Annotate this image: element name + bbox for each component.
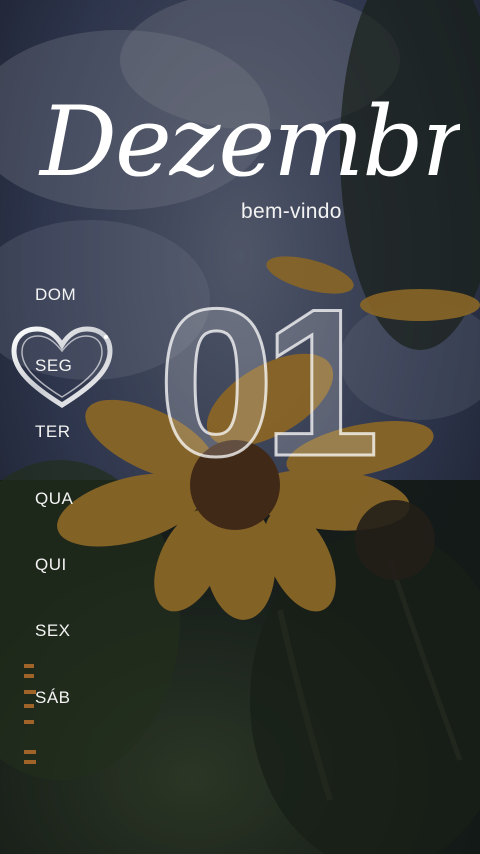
weekday-qui[interactable]: QUI: [35, 555, 115, 575]
date-number: 01: [158, 285, 378, 470]
weekday-qua[interactable]: QUA: [35, 489, 115, 509]
month-title: Dezembro: [38, 86, 460, 198]
weekday-sab[interactable]: SÁB: [35, 688, 115, 708]
weekday-sex[interactable]: SEX: [35, 621, 115, 641]
welcome-subtitle: bem-vindo: [241, 200, 342, 223]
weekday-seg[interactable]: SEG: [35, 356, 115, 376]
date-number-text: 01: [158, 285, 374, 470]
weekday-dom[interactable]: DOM: [35, 285, 115, 305]
weekday-ter[interactable]: TER: [35, 422, 115, 442]
film-date-stamp-icon: [24, 664, 36, 764]
month-title-text: Dezembro: [38, 86, 460, 198]
